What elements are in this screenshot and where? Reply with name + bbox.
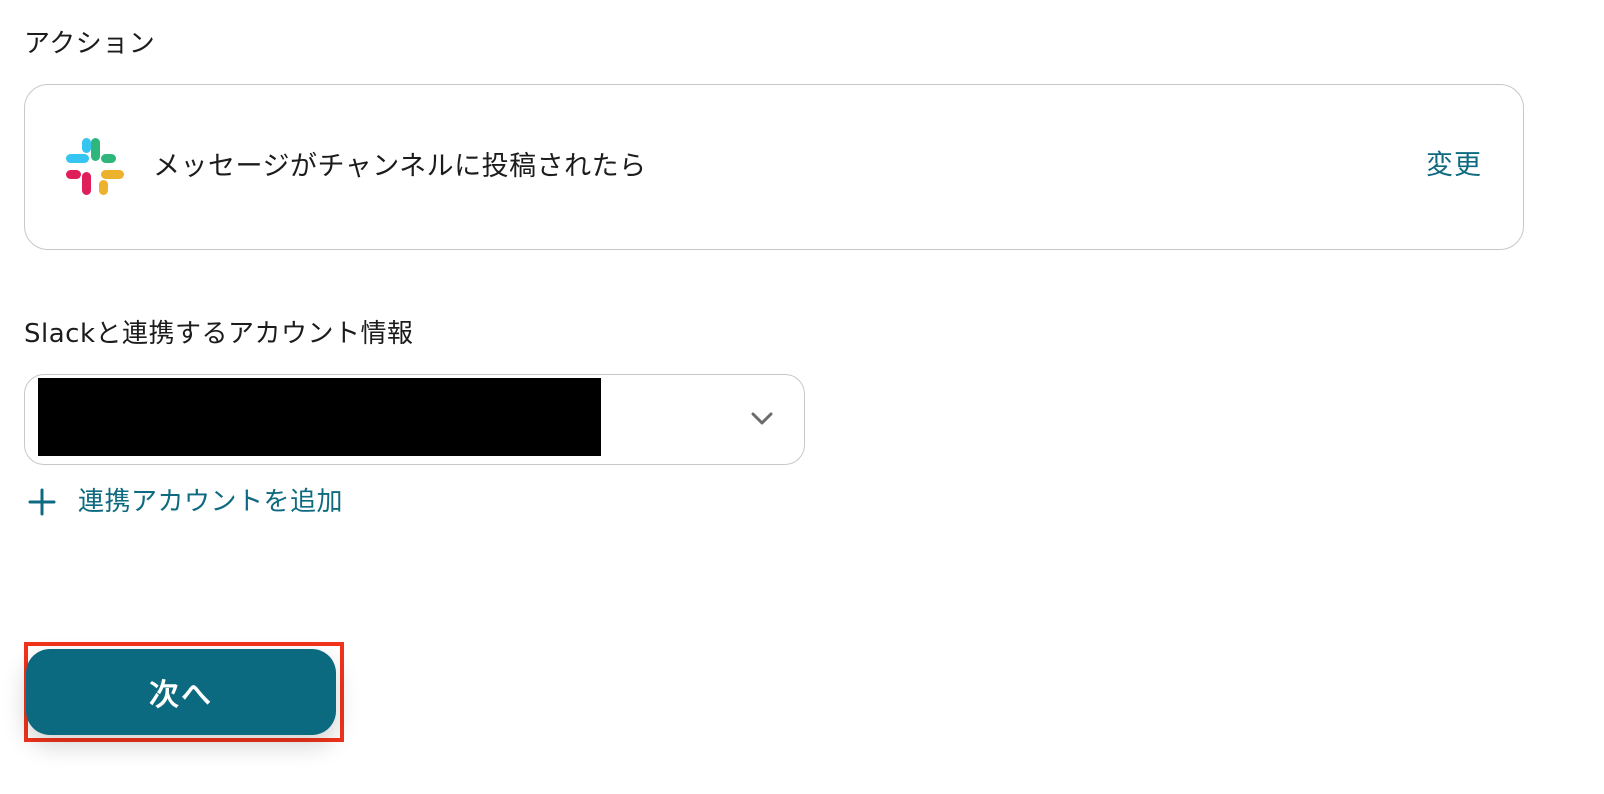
add-account-label: 連携アカウントを追加 [78,487,344,517]
account-select[interactable] [24,374,805,465]
next-button[interactable]: 次へ [26,649,336,735]
add-account-link[interactable]: 連携アカウントを追加 [24,484,343,520]
account-section-title: Slackと連携するアカウント情報 [24,319,414,349]
plus-icon [28,488,56,516]
chevron-down-icon [751,412,773,425]
action-section-title: アクション [24,29,156,59]
account-selected-value-redacted [38,378,601,456]
action-card: メッセージがチャンネルに投稿されたら 変更 [24,84,1524,250]
change-action-link[interactable]: 変更 [1426,152,1482,179]
action-name: メッセージがチャンネルに投稿されたら [153,151,647,182]
slack-logo-icon [66,138,124,195]
